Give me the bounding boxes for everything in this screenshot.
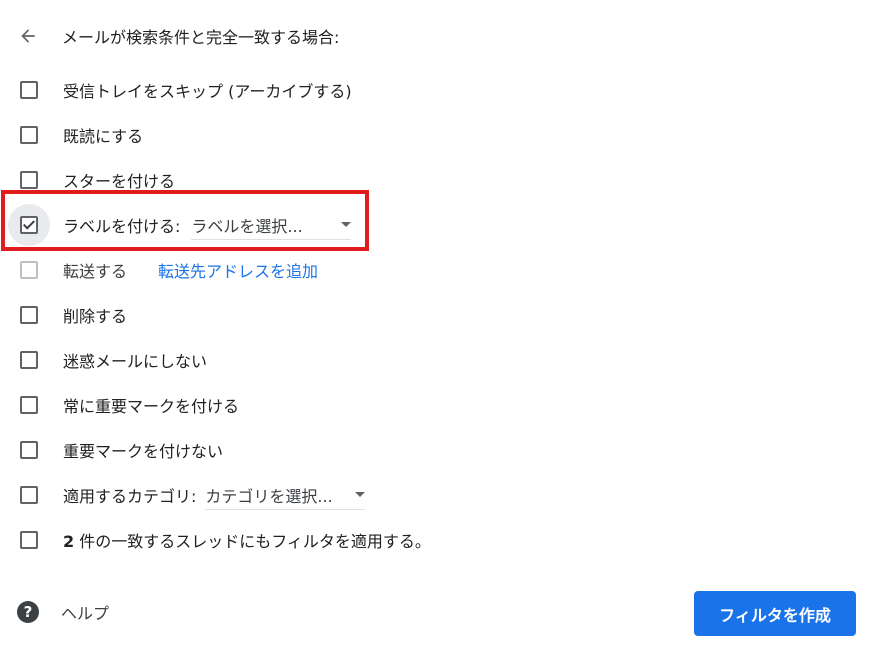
- mark-read-checkbox[interactable]: [20, 126, 38, 144]
- help-link[interactable]: ? ヘルプ: [17, 598, 109, 626]
- always-important-checkbox[interactable]: [20, 396, 38, 414]
- checkbox-wrap: [18, 124, 40, 146]
- forward-checkbox: [20, 261, 38, 279]
- caret-down-icon: [355, 492, 366, 497]
- checkbox-wrap: [18, 484, 40, 506]
- apply-to-matching-checkbox[interactable]: [20, 531, 38, 549]
- apply-label-checkbox[interactable]: [20, 216, 38, 234]
- category-select-dropdown[interactable]: カテゴリを選択...: [205, 481, 366, 510]
- option-skip-inbox: 受信トレイをスキップ (アーカイブする): [18, 74, 352, 106]
- option-label: 適用するカテゴリ:: [63, 487, 197, 506]
- checkbox-wrap: [18, 79, 40, 101]
- option-apply-to-matching: 2 件の一致するスレッドにもフィルタを適用する。: [18, 524, 431, 556]
- never-spam-checkbox[interactable]: [20, 351, 38, 369]
- help-circle-icon: ?: [17, 601, 39, 623]
- matching-count: 2: [63, 532, 75, 551]
- option-label: 2 件の一致するスレッドにもフィルタを適用する。: [63, 528, 431, 552]
- back-button[interactable]: [14, 22, 42, 50]
- checkbox-wrap: [18, 529, 40, 551]
- category-checkbox[interactable]: [20, 486, 38, 504]
- option-never-spam: 迷惑メールにしない: [18, 344, 207, 376]
- option-label: 迷惑メールにしない: [63, 352, 208, 371]
- star-checkbox[interactable]: [20, 171, 38, 189]
- create-filter-button[interactable]: フィルタを作成: [694, 591, 856, 636]
- checkbox-wrap: [18, 349, 40, 371]
- option-label: 転送する: [63, 262, 128, 281]
- category-select-value: カテゴリを選択...: [205, 486, 333, 506]
- option-forward: 転送する 転送先アドレスを追加: [18, 254, 318, 286]
- checkbox-wrap: [18, 169, 40, 191]
- option-mark-read: 既読にする: [18, 119, 143, 151]
- never-important-checkbox[interactable]: [20, 441, 38, 459]
- option-label-text: 件の一致するスレッドにもフィルタを適用する。: [74, 532, 431, 551]
- help-label: ヘルプ: [61, 604, 110, 623]
- option-delete: 削除する: [18, 299, 127, 331]
- page-title: メールが検索条件と完全一致する場合:: [62, 28, 340, 47]
- option-category: 適用するカテゴリ: カテゴリを選択...: [18, 479, 366, 511]
- option-never-important: 重要マークを付けない: [18, 434, 223, 466]
- option-label: スターを付ける: [63, 172, 176, 191]
- checkbox-wrap: [18, 259, 40, 281]
- option-label: 常に重要マークを付ける: [63, 397, 240, 416]
- add-forwarding-address-link[interactable]: 転送先アドレスを追加: [158, 258, 318, 282]
- highlight-annotation-box: [1, 190, 369, 251]
- checkbox-wrap: [18, 439, 40, 461]
- option-label: 重要マークを付けない: [63, 442, 224, 461]
- skip-inbox-checkbox[interactable]: [20, 81, 38, 99]
- checkbox-wrap: [18, 304, 40, 326]
- option-label: 受信トレイをスキップ (アーカイブする): [63, 82, 352, 101]
- arrow-left-icon: [21, 29, 35, 43]
- option-label: 削除する: [63, 307, 128, 326]
- panel-header: メールが検索条件と完全一致する場合:: [14, 20, 339, 52]
- checkbox-wrap: [8, 204, 50, 246]
- filter-actions-panel: メールが検索条件と完全一致する場合: 受信トレイをスキップ (アーカイブする) …: [0, 0, 874, 651]
- delete-checkbox[interactable]: [20, 306, 38, 324]
- option-label: 既読にする: [63, 127, 144, 146]
- option-always-important: 常に重要マークを付ける: [18, 389, 239, 421]
- checkbox-wrap: [18, 394, 40, 416]
